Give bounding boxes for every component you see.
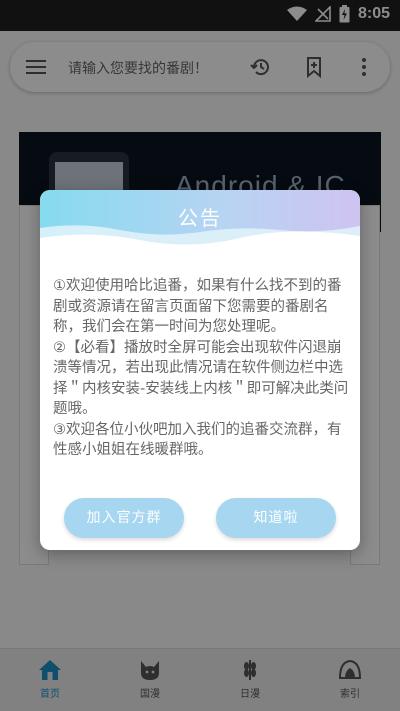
join-group-button[interactable]: 加入官方群 <box>64 498 184 538</box>
acknowledge-button[interactable]: 知道啦 <box>216 498 336 538</box>
announcement-dialog: 公告 ①欢迎使用哈比追番，如果有什么找不到的番剧或资源请在留言页面留下您需要的番… <box>40 190 360 550</box>
notice-paragraph-3: ③欢迎各位小伙吧加入我们的追番交流群，有性感小姐姐在线暖群哦。 <box>53 421 342 459</box>
notice-paragraph-1: ①欢迎使用哈比追番，如果有什么找不到的番剧或资源请在留言页面留下您需要的番剧名称… <box>53 278 342 335</box>
dialog-title: 公告 <box>178 206 222 230</box>
notice-paragraph-2: ②【必看】播放时全屏可能会出现软件闪退崩溃等情况，若出现此情况请在软件侧边栏中选… <box>53 339 349 418</box>
dialog-body: ①欢迎使用哈比追番，如果有什么找不到的番剧或资源请在留言页面留下您需要的番剧名称… <box>53 276 351 461</box>
